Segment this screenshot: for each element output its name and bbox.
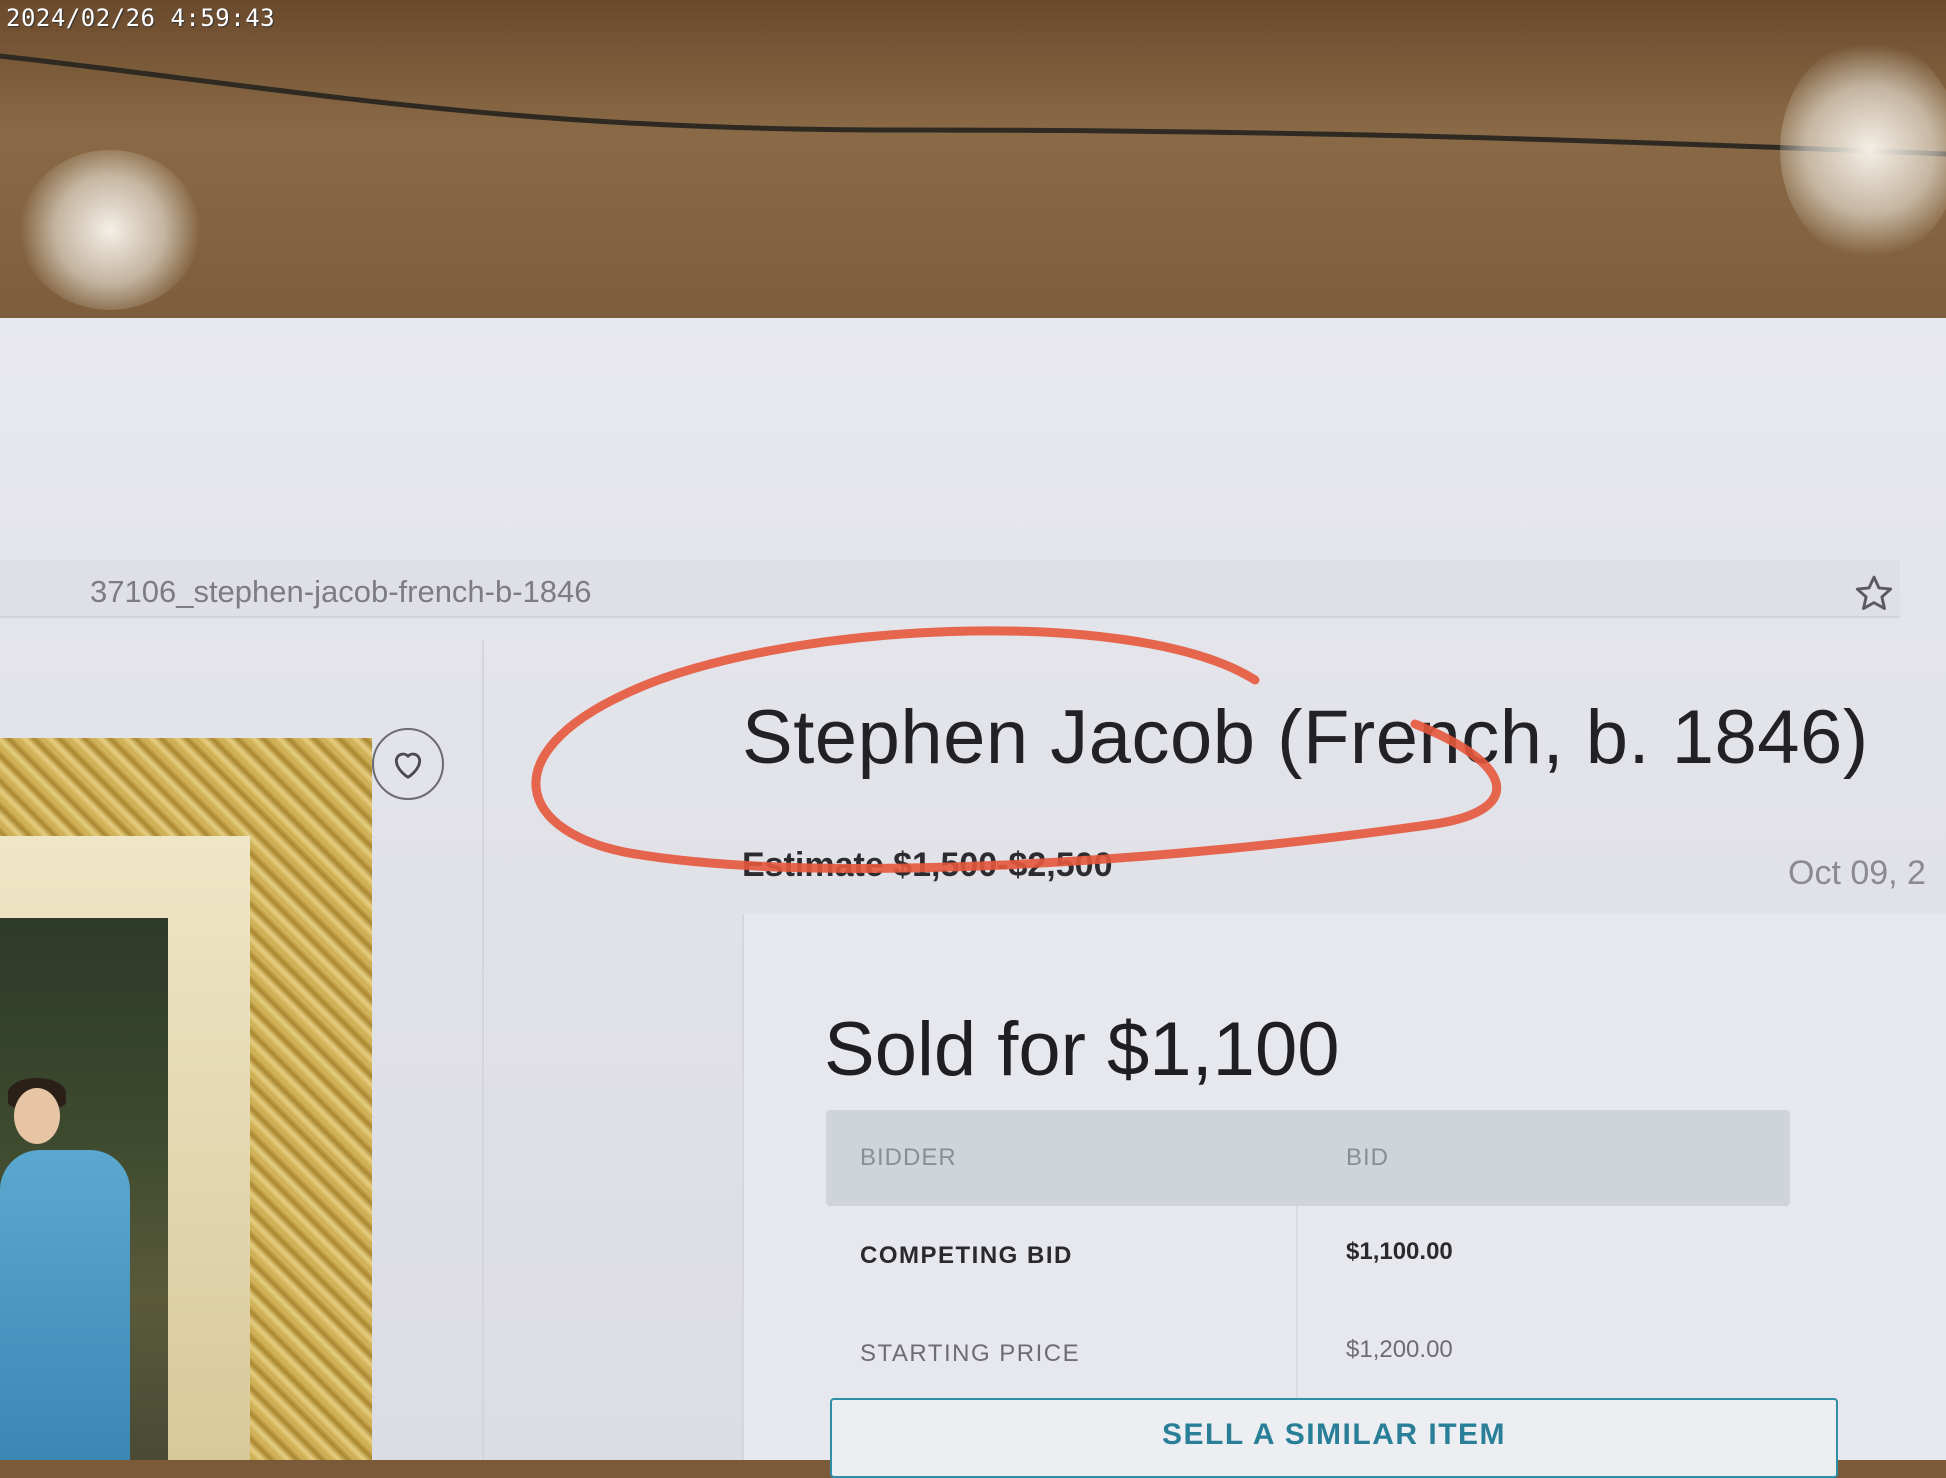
sell-similar-button[interactable]: SELL A SIMILAR ITEM [830, 1398, 1838, 1478]
row-bid: $1,200.00 [1346, 1336, 1453, 1363]
star-icon[interactable] [1852, 572, 1896, 616]
table-header: BIDDER BID [826, 1110, 1790, 1206]
lot-title: Stephen Jacob (French, b. 1846) [742, 695, 1869, 780]
light-glare [1780, 40, 1946, 260]
header-bid: BID [1346, 1144, 1390, 1171]
painting-figure-dress [0, 1150, 130, 1460]
header-bidder: BIDDER [860, 1144, 957, 1171]
table-row: STARTING PRICE $1,200.00 [826, 1304, 1790, 1402]
auction-date: Oct 09, 2 [1788, 854, 1926, 892]
row-bid: $1,100.00 [1346, 1238, 1453, 1265]
photo-timestamp: 2024/02/26 4:59:43 [6, 4, 276, 32]
cell-divider [1296, 1304, 1298, 1402]
sold-price: Sold for $1,100 [824, 1007, 1340, 1092]
cell-divider [1296, 1206, 1298, 1304]
heart-icon [394, 752, 422, 779]
lot-estimate: Estimate $1,500-$2,500 [742, 846, 1113, 884]
light-glare [20, 150, 200, 310]
favorite-button[interactable] [372, 728, 444, 800]
wood-background [0, 0, 1946, 330]
row-bidder: STARTING PRICE [860, 1340, 1081, 1367]
url-text: 37106_stephen-jacob-french-b-1846 [90, 574, 592, 609]
bid-history-table: BIDDER BID COMPETING BID $1,100.00 START… [826, 1110, 1790, 1402]
row-bidder: COMPETING BID [860, 1242, 1073, 1269]
table-row: COMPETING BID $1,100.00 [826, 1206, 1790, 1304]
column-divider [482, 640, 484, 1460]
painting-figure-head [14, 1088, 60, 1144]
